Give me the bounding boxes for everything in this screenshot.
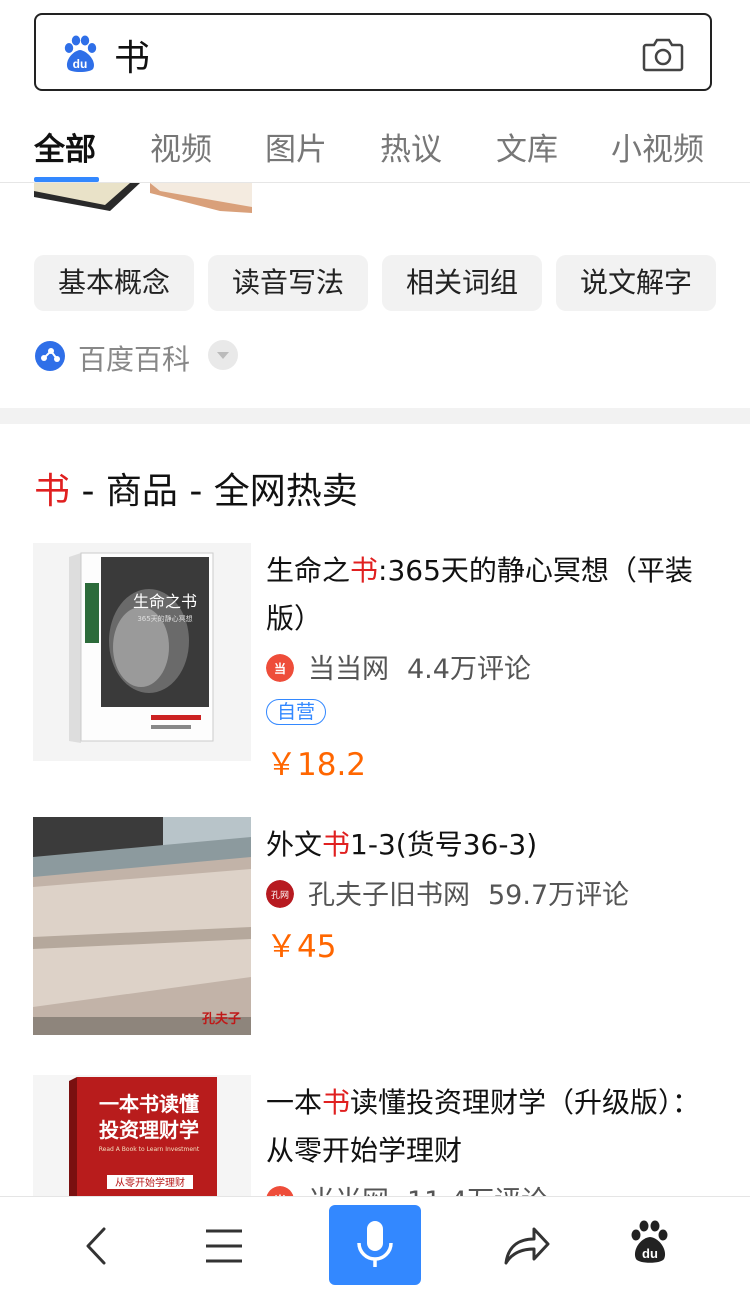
microphone-icon	[357, 1221, 393, 1267]
dangdang-icon: 当	[266, 654, 294, 682]
product-price: ￥18.2	[266, 747, 367, 783]
back-icon	[86, 1227, 106, 1265]
tab-library[interactable]: 文库	[496, 124, 558, 169]
cover-title-2: 投资理财学	[99, 1118, 199, 1142]
svg-text:孔网: 孔网	[271, 890, 289, 901]
product-price: ￥45	[266, 929, 337, 965]
shop-name: 孔夫子旧书网	[308, 880, 470, 911]
section-keyword: 书	[34, 471, 71, 512]
review-count: 59.7万评论	[488, 880, 630, 911]
cover-subtitle: 365天的静心冥想	[137, 614, 192, 623]
search-query-text[interactable]: 书	[114, 29, 150, 81]
product-title[interactable]: 生命之书:365天的静心冥想（平装版）	[266, 547, 706, 643]
back-button[interactable]	[66, 1197, 126, 1294]
section-divider	[0, 408, 750, 424]
svg-text:du: du	[73, 57, 88, 71]
cover-subtitle: 从零开始学理财	[115, 1176, 185, 1189]
baidu-paw-icon: du	[631, 1220, 668, 1263]
product-meta: 当 当当网 4.4万评论	[266, 647, 531, 686]
product-meta: 孔网 孔夫子旧书网 59.7万评论	[266, 873, 629, 912]
product-image[interactable]: 孔夫子	[33, 817, 251, 1035]
cover-english-title: Read A Book to Learn Investment	[99, 1146, 200, 1153]
chevron-down-icon	[217, 352, 229, 359]
product-title[interactable]: 外文书1-3(货号36-3)	[266, 821, 706, 869]
search-box[interactable]: du 书	[34, 13, 712, 91]
chip-related-words[interactable]: 相关词组	[382, 255, 542, 311]
book-photo-image: 孔夫子	[33, 817, 251, 1035]
baike-image-strip	[0, 183, 750, 223]
tab-video[interactable]: 视频	[150, 124, 212, 169]
baidu-home-button[interactable]: du	[620, 1197, 680, 1294]
active-tab-indicator	[34, 177, 99, 182]
section-title[interactable]: 书 - 商品 - 全网热卖	[34, 462, 358, 514]
review-count: 4.4万评论	[407, 654, 531, 685]
shop-name: 当当网	[308, 654, 389, 685]
book-thumbnails	[34, 183, 252, 213]
related-chips: 基本概念 读音写法 相关词组 说文解字	[34, 255, 716, 311]
share-icon	[504, 1227, 550, 1265]
menu-button[interactable]	[194, 1197, 254, 1294]
cover-title-1: 一本书读懂	[99, 1092, 199, 1116]
chip-basic-concept[interactable]: 基本概念	[34, 255, 194, 311]
product-image[interactable]: 一本书读懂 投资理财学 Read A Book to Learn Investm…	[33, 1075, 251, 1197]
voice-search-button[interactable]	[329, 1205, 421, 1285]
chip-pronunciation[interactable]: 读音写法	[208, 255, 368, 311]
book-cover-image: 一本书读懂 投资理财学 Read A Book to Learn Investm…	[69, 1077, 217, 1197]
source-label: 百度百科	[78, 343, 191, 376]
chip-shuowen[interactable]: 说文解字	[556, 255, 716, 311]
tab-all[interactable]: 全部	[34, 124, 96, 169]
svg-text:当: 当	[274, 661, 286, 676]
bottom-nav-bar: du	[0, 1196, 750, 1294]
book-cover-image: 生命之书 365天的静心冥想	[69, 552, 214, 743]
tab-short-video[interactable]: 小视频	[611, 124, 704, 169]
baidu-paw-icon: du	[64, 35, 97, 72]
self-operated-badge: 自营	[266, 699, 327, 725]
section-title-rest: - 商品 - 全网热卖	[70, 471, 358, 512]
cover-title: 生命之书	[133, 592, 197, 611]
kongfz-icon: 孔网	[266, 880, 294, 908]
share-button[interactable]	[496, 1197, 556, 1294]
camera-icon[interactable]	[642, 35, 684, 73]
svg-text:du: du	[642, 1246, 658, 1261]
source-dropdown[interactable]	[208, 340, 238, 370]
tab-images[interactable]: 图片	[265, 124, 327, 169]
search-tabs: 全部 视频 图片 热议 文库 小视频	[0, 118, 750, 183]
menu-icon	[206, 1229, 242, 1263]
image-watermark: 孔夫子	[202, 1011, 241, 1027]
baike-icon	[35, 341, 65, 371]
product-title[interactable]: 一本书读懂投资理财学（升级版）：从零开始学理财	[266, 1079, 706, 1175]
product-image[interactable]: 生命之书 365天的静心冥想	[33, 543, 251, 761]
tab-discussion[interactable]: 热议	[380, 124, 442, 169]
